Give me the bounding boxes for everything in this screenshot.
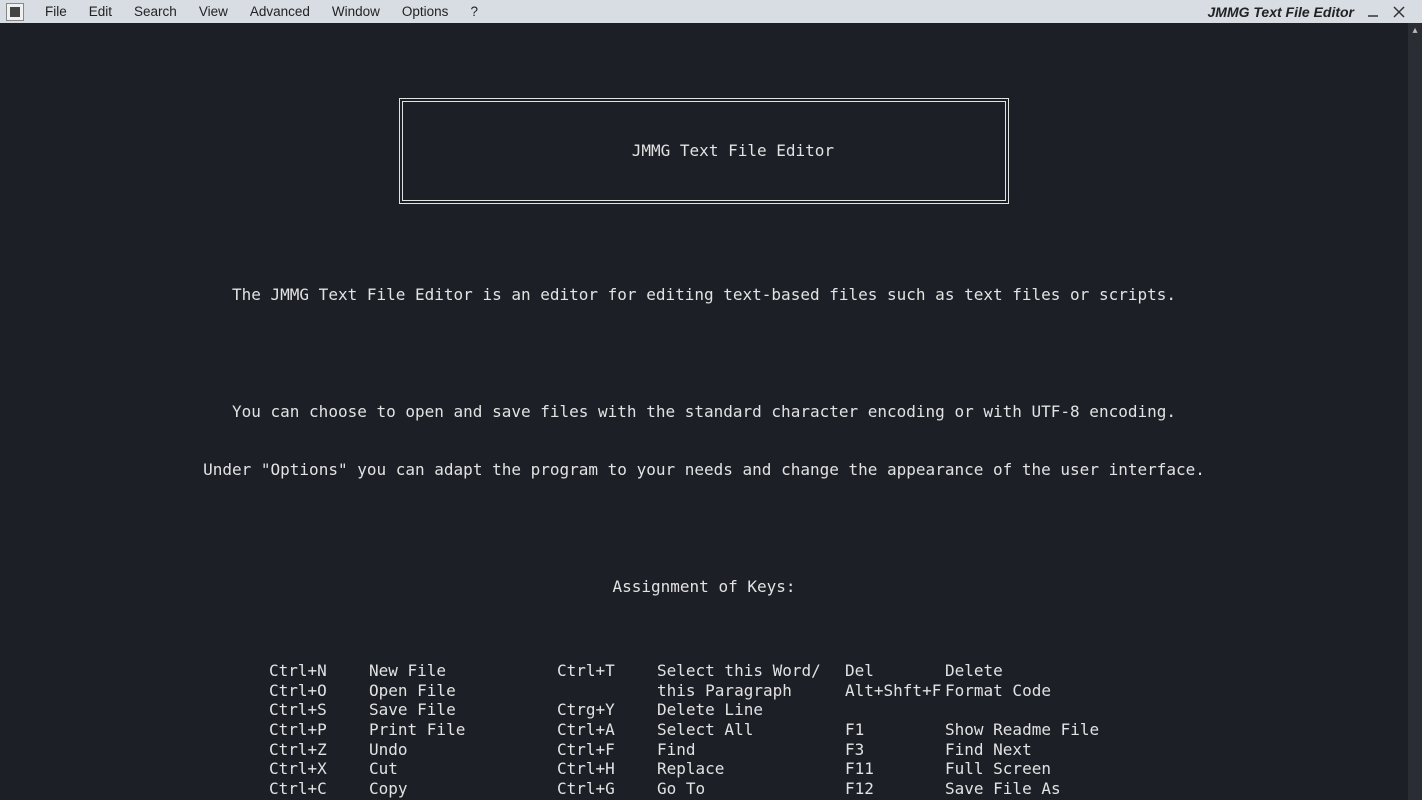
key-column-3: Del Alt+Shft+F F1 F3 F11 F12 Delete Form… [845,661,1135,800]
intro-line-3: Under "Options" you can adapt the progra… [0,460,1408,480]
document-title-box: JMMG Text File Editor [399,98,1009,205]
document-title: JMMG Text File Editor [632,141,834,160]
menu-bar: File Edit Search View Advanced Window Op… [0,0,1422,23]
key-col2-descs: Select this Word/ this Paragraph Delete … [657,661,821,800]
app-title: JMMG Text File Editor [1208,4,1363,20]
menu-advanced[interactable]: Advanced [239,0,321,23]
close-button[interactable] [1388,1,1410,23]
scroll-up-arrow[interactable]: ▴ [1408,23,1422,37]
menu-search[interactable]: Search [123,0,188,23]
close-icon [1393,6,1405,18]
key-column-2: Ctrl+T Ctrg+Y Ctrl+A Ctrl+F Ctrl+H Ctrl+… [557,661,845,800]
minimize-button[interactable] [1362,1,1384,23]
app-icon [6,3,24,21]
menu-edit[interactable]: Edit [78,0,123,23]
intro-line-1: The JMMG Text File Editor is an editor f… [0,285,1408,305]
blank-line [0,343,1408,363]
key-col2-keys: Ctrl+T Ctrg+Y Ctrl+A Ctrl+F Ctrl+H Ctrl+… [557,661,657,800]
menu-help[interactable]: ? [459,0,489,23]
editor-area: JMMG Text File Editor The JMMG Text File… [0,23,1422,800]
menu-options[interactable]: Options [391,0,460,23]
key-column-1: Ctrl+N Ctrl+O Ctrl+S Ctrl+P Ctrl+Z Ctrl+… [269,661,557,800]
window-controls [1362,1,1416,23]
blank-line [0,519,1408,539]
keys-heading: Assignment of Keys: [0,577,1408,597]
vertical-scrollbar[interactable]: ▴ ▾ [1408,23,1422,800]
menu-window[interactable]: Window [321,0,391,23]
minimize-icon [1367,6,1379,18]
key-col3-descs: Delete Format Code Show Readme File Find… [945,661,1099,800]
text-editor[interactable]: JMMG Text File Editor The JMMG Text File… [0,23,1408,800]
menu-view[interactable]: View [188,0,239,23]
menu-file[interactable]: File [34,0,78,23]
intro-line-2: You can choose to open and save files wi… [0,402,1408,422]
key-col3-keys: Del Alt+Shft+F F1 F3 F11 F12 [845,661,945,800]
key-col1-keys: Ctrl+N Ctrl+O Ctrl+S Ctrl+P Ctrl+Z Ctrl+… [269,661,369,800]
key-assignments: Ctrl+N Ctrl+O Ctrl+S Ctrl+P Ctrl+Z Ctrl+… [269,655,1139,800]
key-col1-descs: New File Open File Save File Print File … [369,661,465,800]
